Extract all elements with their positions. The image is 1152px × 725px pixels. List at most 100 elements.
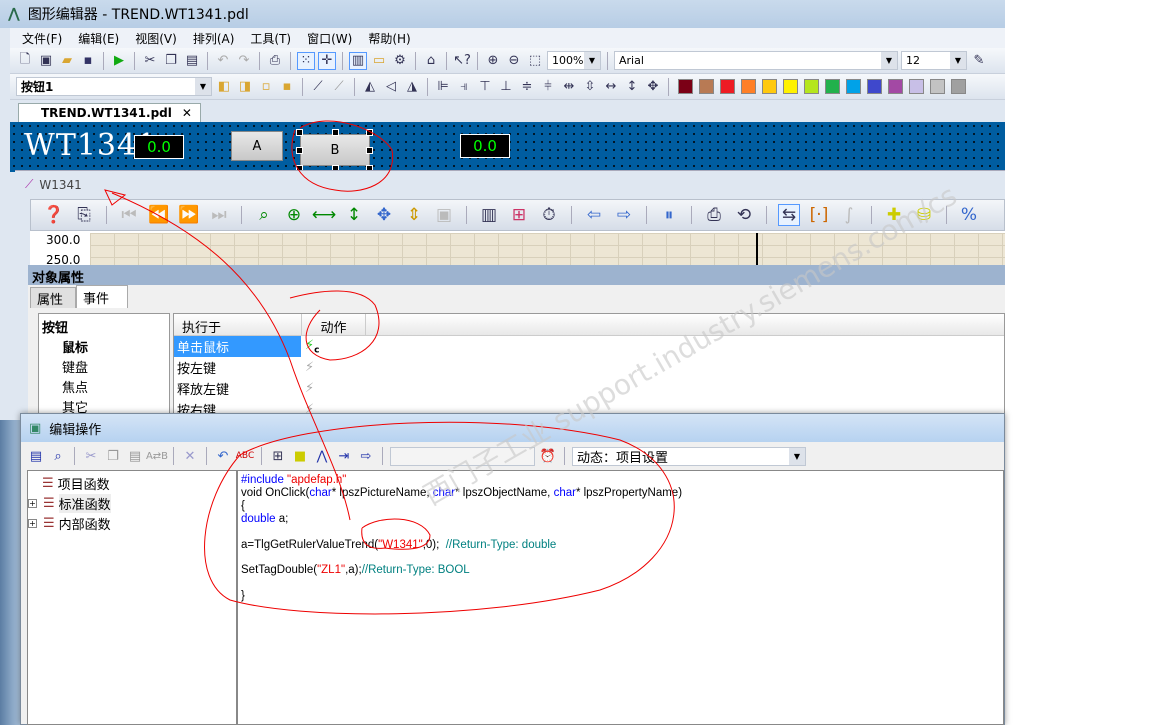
same-height-icon[interactable]: ↕ bbox=[623, 78, 641, 96]
delete-icon[interactable]: ✕ bbox=[181, 447, 199, 465]
center-vertical-icon[interactable]: ⫩ bbox=[539, 78, 557, 96]
menu-window[interactable]: 窗口(W) bbox=[307, 30, 352, 47]
new-icon[interactable]: 🗋 bbox=[16, 52, 34, 70]
help-pointer-icon[interactable]: ↖? bbox=[453, 52, 471, 70]
cut-icon[interactable]: ✂ bbox=[141, 52, 159, 70]
ruler-icon[interactable]: ⇕ bbox=[403, 204, 425, 226]
time-range-icon[interactable]: ⏱ bbox=[538, 204, 560, 226]
code-editor[interactable]: #include "apdefap.h" void OnClick(char* l… bbox=[237, 470, 1004, 725]
expand-icon[interactable]: + bbox=[28, 518, 37, 528]
close-icon[interactable]: ✕ bbox=[182, 106, 192, 120]
disconnect-icon[interactable]: ⟋ bbox=[330, 78, 348, 96]
grid-icon[interactable]: ⁙ bbox=[297, 51, 315, 70]
io-field-right[interactable]: 0.0 bbox=[460, 134, 510, 158]
properties-icon[interactable]: ▥ bbox=[349, 51, 367, 70]
tree-item-project-functions[interactable]: ☰ 项目函数 bbox=[42, 473, 236, 493]
center-horizontal-icon[interactable]: ≑ bbox=[518, 78, 536, 96]
menu-file[interactable]: 文件(F) bbox=[22, 30, 62, 47]
color-swatch[interactable] bbox=[825, 79, 840, 94]
save-icon[interactable]: ▪ bbox=[79, 52, 97, 70]
redo-icon[interactable]: ↷ bbox=[235, 52, 253, 70]
flip-horizontal-icon[interactable]: ◭ bbox=[361, 78, 379, 96]
menu-arrange[interactable]: 排列(A) bbox=[193, 30, 235, 47]
tab-events[interactable]: 事件 bbox=[76, 285, 128, 308]
zoom-area-icon[interactable]: ⬚ bbox=[526, 52, 544, 70]
action-empty-icon[interactable]: ⚡ bbox=[305, 381, 314, 396]
color-swatch[interactable] bbox=[720, 79, 735, 94]
align-top-icon[interactable]: ⊤ bbox=[476, 78, 494, 96]
color-swatch[interactable] bbox=[888, 79, 903, 94]
zoom-time-axis-icon[interactable]: ⟷ bbox=[312, 204, 336, 226]
button-b[interactable]: B bbox=[300, 134, 370, 166]
database-icon[interactable]: ⛁ bbox=[913, 204, 935, 226]
select-data-connection-icon[interactable]: ▥ bbox=[478, 204, 500, 226]
action-configured-icon[interactable]: ⚡c bbox=[305, 338, 319, 356]
export-icon[interactable]: ⇨ bbox=[357, 447, 375, 465]
copy-icon[interactable]: ❐ bbox=[162, 52, 180, 70]
previous-record-icon[interactable]: ⏪ bbox=[148, 204, 170, 226]
space-vertical-icon[interactable]: ⇳ bbox=[581, 78, 599, 96]
color-swatch[interactable] bbox=[762, 79, 777, 94]
help-icon[interactable]: ❓ bbox=[43, 204, 65, 226]
menu-help[interactable]: 帮助(H) bbox=[368, 30, 410, 47]
tree-item-focus[interactable]: 焦点 bbox=[42, 377, 166, 397]
object-icon[interactable]: ■ bbox=[291, 447, 309, 465]
object-select[interactable]: 按钮1 ▼ bbox=[16, 77, 212, 96]
layer-icon[interactable]: ⌂ bbox=[422, 52, 440, 70]
tab-trend-wt1341[interactable]: TREND.WT1341.pdl ✕ bbox=[18, 103, 201, 122]
zoom-in-icon[interactable]: ⊕ bbox=[484, 52, 502, 70]
abc-icon[interactable]: ABC bbox=[236, 447, 254, 465]
color-swatch[interactable] bbox=[783, 79, 798, 94]
color-swatch[interactable] bbox=[678, 79, 693, 94]
space-horizontal-icon[interactable]: ⇹ bbox=[560, 78, 578, 96]
print-icon[interactable]: ⎙ bbox=[266, 52, 284, 70]
color-swatch[interactable] bbox=[930, 79, 945, 94]
undo-icon[interactable]: ↶ bbox=[214, 447, 232, 465]
find-icon[interactable]: ⌕ bbox=[49, 447, 67, 465]
color-swatch[interactable] bbox=[909, 79, 924, 94]
connect-ruler-icon[interactable]: ⇆ bbox=[778, 204, 800, 226]
align-right-icon[interactable]: ⫣ bbox=[455, 78, 473, 96]
menu-tools[interactable]: 工具(T) bbox=[250, 30, 291, 47]
select-trends-icon[interactable]: ⊞ bbox=[508, 204, 530, 226]
same-width-icon[interactable]: ↔ bbox=[602, 78, 620, 96]
tree-root-button[interactable]: 按钮 bbox=[42, 317, 166, 337]
rotate-icon[interactable]: ◮ bbox=[403, 78, 421, 96]
backward-icon[interactable]: ▪ bbox=[278, 78, 296, 96]
search-field[interactable] bbox=[390, 446, 535, 466]
same-size-icon[interactable]: ✥ bbox=[644, 78, 662, 96]
library-icon[interactable]: ▭ bbox=[370, 52, 388, 70]
cut-icon[interactable]: ✂ bbox=[82, 447, 100, 465]
run-icon[interactable]: ▶ bbox=[110, 52, 128, 70]
export-icon[interactable]: ⟲ bbox=[733, 204, 755, 226]
align-bottom-icon[interactable]: ⊥ bbox=[497, 78, 515, 96]
last-record-icon[interactable]: ⏭ bbox=[208, 204, 230, 226]
menu-edit[interactable]: 编辑(E) bbox=[78, 30, 119, 47]
forward-icon[interactable]: ▫ bbox=[257, 78, 275, 96]
statistics-area-icon[interactable]: [·] bbox=[808, 204, 830, 226]
action-empty-icon[interactable]: ⚡ bbox=[305, 360, 314, 375]
tag-select-icon[interactable]: ⊞ bbox=[269, 447, 287, 465]
snap-grid-icon[interactable]: ✛ bbox=[318, 51, 336, 70]
font-size-select[interactable]: 12 ▼ bbox=[901, 51, 967, 70]
objects-icon[interactable]: ⚙ bbox=[391, 52, 409, 70]
compass-icon[interactable]: ⋀ bbox=[313, 447, 331, 465]
color-swatch[interactable] bbox=[741, 79, 756, 94]
stop-icon[interactable]: ⏸ bbox=[658, 204, 680, 226]
zoom-out-icon[interactable]: ⊖ bbox=[505, 52, 523, 70]
zoom-area-icon[interactable]: ⌕ bbox=[253, 204, 275, 226]
import-icon[interactable]: ⇥ bbox=[335, 447, 353, 465]
zoom-value-axis-icon[interactable]: ↕ bbox=[343, 204, 365, 226]
next-trend-icon[interactable]: ⇨ bbox=[613, 204, 635, 226]
color-swatch[interactable] bbox=[867, 79, 882, 94]
line-color-icon[interactable]: ✎ bbox=[970, 52, 988, 70]
menu-view[interactable]: 视图(V) bbox=[135, 30, 177, 47]
io-field-left[interactable]: 0.0 bbox=[134, 135, 184, 159]
event-row[interactable]: 按左键 ⚡ bbox=[174, 357, 1004, 378]
config-dialog-icon[interactable]: ⎘ bbox=[73, 204, 95, 226]
expand-icon[interactable]: + bbox=[28, 498, 37, 508]
statistics-icon[interactable]: ∫ bbox=[838, 204, 860, 226]
bring-front-icon[interactable]: ◧ bbox=[215, 78, 233, 96]
tree-item-standard-functions[interactable]: + ☰ 标准函数 bbox=[28, 493, 236, 513]
font-select[interactable]: Arial ▼ bbox=[614, 51, 898, 70]
